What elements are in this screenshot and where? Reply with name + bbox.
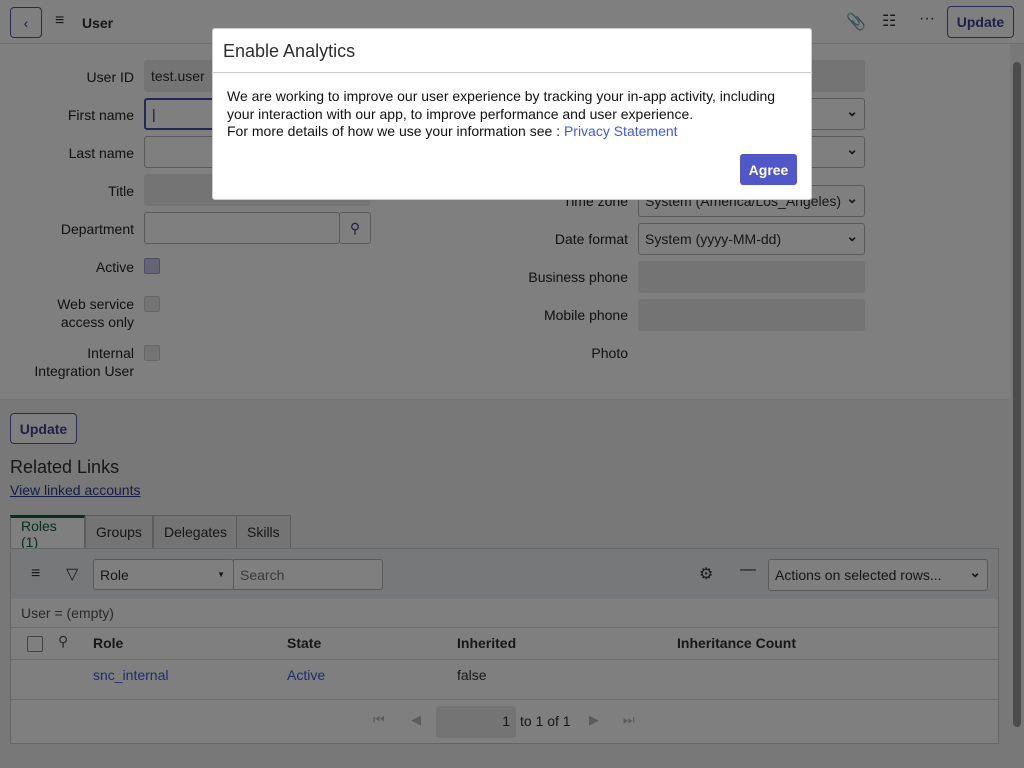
analytics-dialog: Enable Analytics We are working to impro… <box>212 28 812 200</box>
dialog-message: We are working to improve our user exper… <box>227 88 776 139</box>
dialog-title: Enable Analytics <box>223 41 356 61</box>
agree-button[interactable]: Agree <box>740 154 797 185</box>
privacy-statement-link[interactable]: Privacy Statement <box>564 123 678 139</box>
